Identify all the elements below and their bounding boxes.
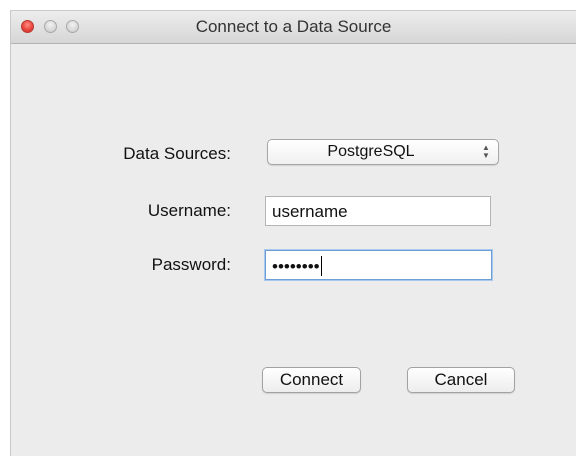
data-sources-label: Data Sources: bbox=[123, 144, 231, 163]
password-mask: •••••••• bbox=[272, 257, 320, 276]
window-title: Connect to a Data Source bbox=[195, 17, 392, 36]
username-field[interactable]: username bbox=[265, 196, 491, 226]
connect-button[interactable]: Connect bbox=[262, 367, 361, 393]
data-sources-select[interactable]: PostgreSQL ▲ ▼ bbox=[267, 139, 499, 165]
password-field[interactable]: •••••••• bbox=[265, 250, 492, 280]
data-sources-selected-value: PostgreSQL bbox=[327, 143, 415, 160]
title-bar[interactable]: Connect to a Data Source bbox=[11, 11, 576, 44]
password-label: Password: bbox=[151, 255, 231, 274]
text-caret bbox=[320, 256, 322, 276]
up-down-arrows-icon: ▲ ▼ bbox=[482, 143, 490, 160]
username-label: Username: bbox=[147, 201, 231, 220]
username-value: username bbox=[272, 202, 348, 221]
connect-dialog-window: Connect to a Data Source Data Sources: P… bbox=[10, 10, 576, 456]
cancel-button[interactable]: Cancel bbox=[407, 367, 515, 393]
